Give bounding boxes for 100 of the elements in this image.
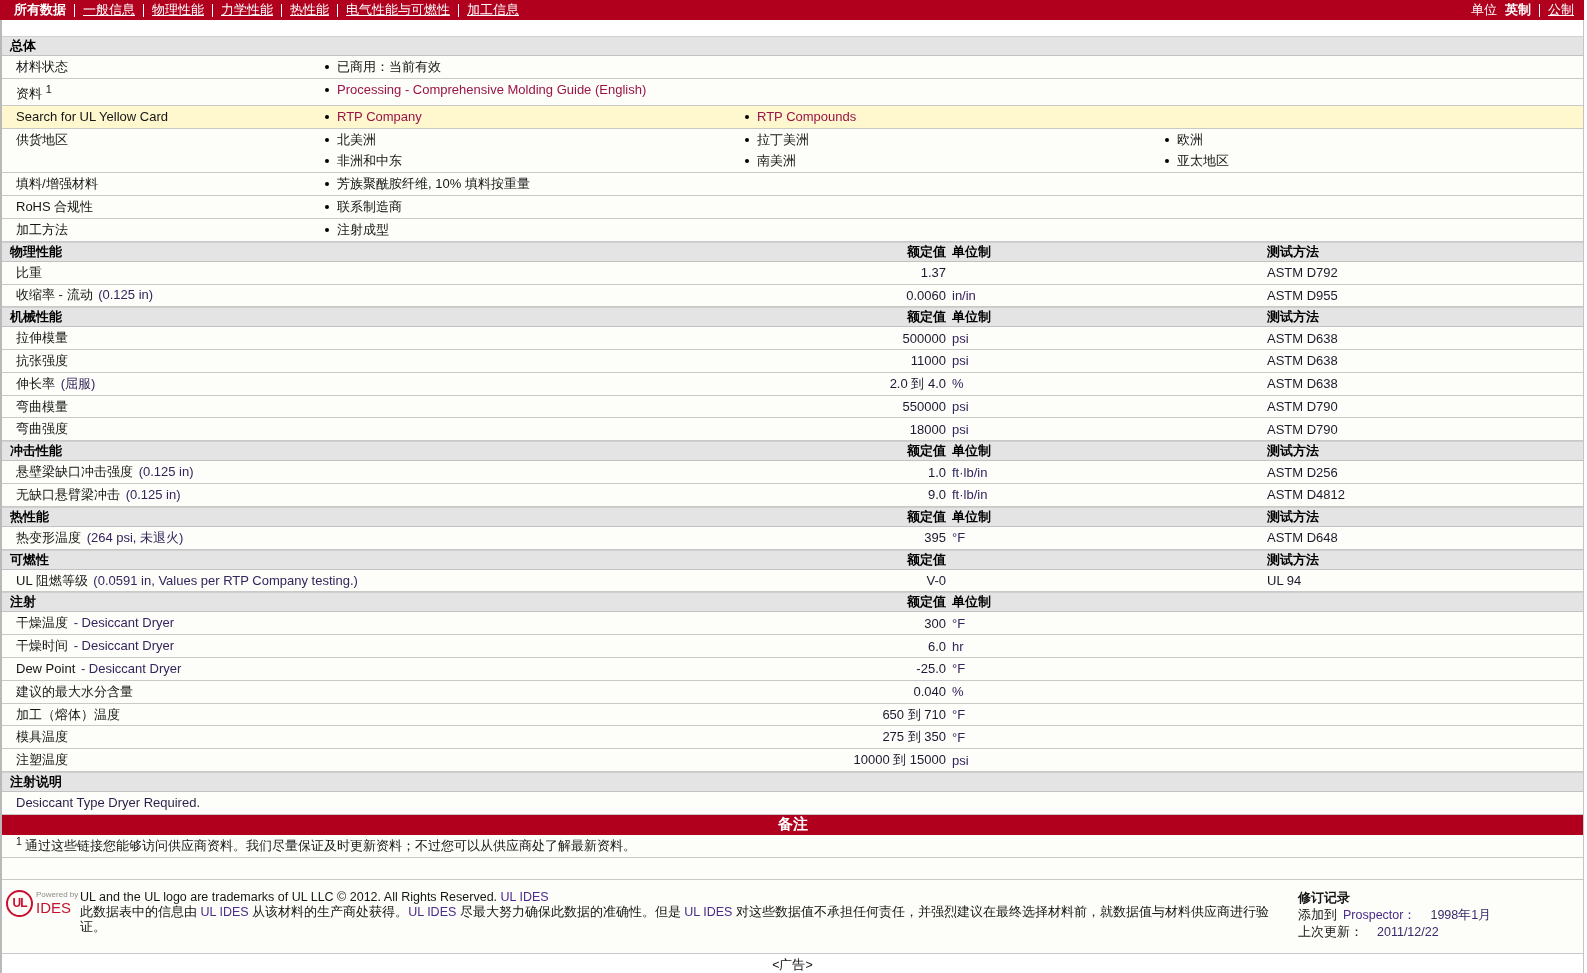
unit: ft·lb/in — [951, 464, 989, 480]
property-name: 供货地区 — [15, 130, 69, 149]
unit: % — [951, 376, 965, 392]
revision-date: 1998年1月 — [1430, 906, 1492, 924]
units-label: 单位 — [1471, 2, 1497, 18]
bullet-icon — [325, 87, 329, 92]
property-name: 收缩率 - 流动 (0.125 in) — [15, 286, 155, 305]
column-heading: 额定值 — [906, 242, 946, 261]
property-name: 干燥时间 - Desiccant Dryer — [15, 637, 176, 656]
property-value: 10000 到 15000 — [852, 751, 946, 770]
column-heading: 单位制 — [951, 308, 992, 327]
property-value: 2.0 到 4.0 — [888, 374, 946, 393]
unit: °F — [951, 729, 967, 745]
bullet-icon — [745, 137, 749, 142]
test-method: ASTM D638 — [1267, 376, 1339, 392]
unit: psi — [951, 353, 970, 369]
unit: in/in — [951, 287, 977, 303]
section-title: 冲击性能 — [9, 442, 63, 461]
section-title: 注射 — [9, 593, 37, 612]
property-name: 干燥温度 - Desiccant Dryer — [15, 614, 176, 633]
unit: °F — [951, 530, 967, 546]
property-value: 395 — [923, 530, 946, 546]
note-text: Desiccant Type Dryer Required. — [15, 795, 200, 811]
unit-option[interactable]: 公制 — [1548, 2, 1574, 18]
property-name: Search for UL Yellow Card — [15, 107, 169, 126]
column-heading: 额定值 — [906, 507, 946, 526]
link[interactable]: UL IDES — [684, 904, 733, 919]
test-method: ASTM D955 — [1267, 287, 1339, 303]
property-name: UL 阻燃等级 (0.0591 in, Values per RTP Company testing.) — [15, 571, 359, 590]
property-name: 注塑温度 — [15, 751, 69, 770]
section-title: 机械性能 — [8, 308, 63, 327]
revision-title: 修订记录 — [1298, 889, 1351, 907]
bullet-icon — [325, 205, 329, 209]
unit-option[interactable]: 英制 — [1505, 2, 1531, 18]
test-method: UL 94 — [1267, 573, 1303, 589]
item-text: 北美洲 — [337, 130, 376, 149]
property-name: 热变形温度 (264 psi, 未退火) — [15, 528, 185, 547]
column-heading: 单位制 — [951, 442, 992, 461]
property-name: 抗张强度 — [15, 352, 69, 370]
item-text: 芳族聚酰胺纤维, 10% 填料按重量 — [337, 175, 530, 194]
unit: psi — [951, 399, 970, 415]
ul-logo: UL — [6, 889, 33, 917]
section-title: 可燃性 — [9, 550, 50, 569]
nav-tab[interactable]: 物理性能 — [152, 2, 204, 18]
property-value: 9.0 — [926, 487, 946, 503]
revision-label: 上次更新： — [1298, 923, 1363, 941]
bullet-icon — [325, 114, 329, 119]
column-heading: 额定值 — [906, 308, 946, 327]
unit: psi — [951, 330, 970, 346]
unit: hr — [951, 638, 965, 654]
ides-logo-text: IDES — [36, 899, 72, 917]
bullet-icon — [1165, 159, 1169, 164]
property-value: 300 — [923, 615, 946, 631]
column-heading: 测试方法 — [1267, 550, 1320, 569]
column-heading: 测试方法 — [1267, 507, 1320, 526]
bullet-icon — [325, 137, 329, 142]
bullet-icon — [325, 159, 329, 164]
test-method: ASTM D648 — [1267, 530, 1339, 546]
test-method: ASTM D256 — [1267, 464, 1339, 480]
property-value: -25.0 — [915, 661, 946, 677]
link[interactable]: Processing - Comprehensive Molding Guide (English) — [337, 82, 647, 98]
column-heading: 额定值 — [906, 442, 946, 461]
nav-tab[interactable]: 电气性能与可燃性 — [346, 2, 450, 18]
column-heading: 测试方法 — [1267, 242, 1320, 261]
property-name: 弯曲强度 — [15, 420, 69, 439]
property-value: 1.37 — [919, 265, 946, 281]
property-value: 18000 — [908, 421, 946, 437]
test-method: ASTM D638 — [1267, 353, 1339, 369]
link[interactable]: UL IDES — [200, 904, 249, 919]
property-name: 模具温度 — [15, 728, 69, 747]
test-method: ASTM D790 — [1267, 399, 1339, 415]
nav-tab[interactable]: 热性能 — [290, 2, 329, 18]
item-text: 亚太地区 — [1177, 152, 1229, 171]
property-name: 悬壁梁缺口冲击强度 (0.125 in) — [15, 463, 195, 482]
nav-tab[interactable]: 所有数据 — [14, 2, 66, 18]
unit: °F — [951, 615, 967, 631]
column-heading: 测试方法 — [1267, 442, 1320, 461]
nav-tab[interactable]: 加工信息 — [467, 2, 519, 18]
property-name: 比重 — [15, 263, 43, 282]
link[interactable]: RTP Compounds — [757, 109, 857, 125]
link[interactable]: Prospector： — [1343, 906, 1417, 924]
property-value: 500000 — [901, 330, 946, 346]
item-text: 已商用：当前有效 — [337, 57, 441, 76]
unit: °F — [951, 707, 967, 723]
link[interactable]: UL IDES — [408, 904, 457, 919]
property-value: V-0 — [925, 573, 946, 589]
item-text: 拉丁美洲 — [757, 130, 809, 149]
property-name: Dew Point - Desiccant Dryer — [15, 661, 183, 677]
link[interactable]: UL IDES — [500, 889, 549, 904]
bullet-icon — [745, 114, 749, 119]
nav-tab[interactable]: 力学性能 — [221, 2, 273, 18]
property-name: 建议的最大水分含量 — [15, 682, 134, 701]
test-method: ASTM D4812 — [1267, 487, 1347, 503]
nav-tab[interactable]: 一般信息 — [83, 2, 135, 18]
property-name: 弯曲模量 — [15, 397, 69, 416]
bullet-icon — [1165, 137, 1169, 142]
bullet-icon — [325, 64, 329, 69]
link[interactable]: RTP Company — [337, 109, 422, 125]
test-method: ASTM D792 — [1267, 265, 1339, 281]
test-method: ASTM D790 — [1267, 421, 1339, 437]
